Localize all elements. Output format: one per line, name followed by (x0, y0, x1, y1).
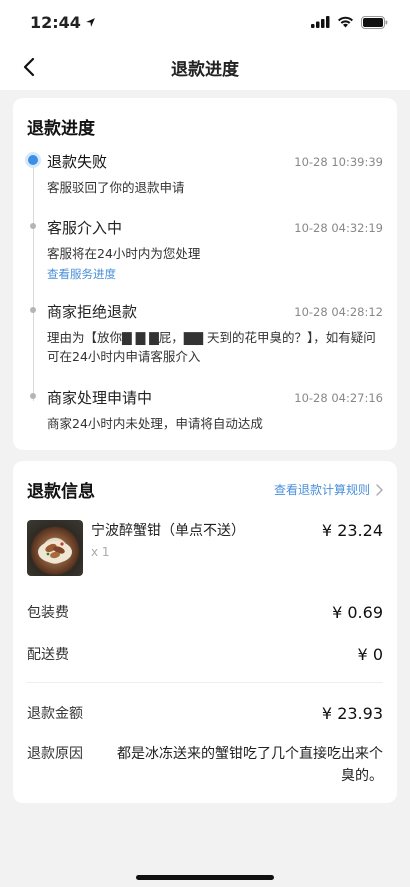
calc-rule-link[interactable]: 查看退款计算规则 (274, 481, 383, 498)
timeline-item-title: 退款失败 (47, 153, 108, 171)
product-thumbnail (27, 520, 83, 576)
timeline-item-time: 10-28 04:27:16 (294, 390, 383, 405)
timeline-dot (30, 223, 36, 229)
delivery-fee-value: ¥ 0 (357, 644, 383, 664)
location-arrow-icon (86, 17, 95, 27)
timeline-item-title: 商家拒绝退款 (47, 303, 138, 321)
status-time: 12:44 (30, 13, 96, 32)
progress-card-title: 退款进度 (27, 119, 95, 139)
timeline-item-service-intervening: 客服介入中 10-28 04:32:19 客服将在24小时内为您处理 查看服务进… (30, 217, 383, 301)
timeline-line (33, 165, 34, 401)
timeline-item-merchant-rejected: 商家拒绝退款 10-28 04:28:12 理由为【放你▇ ▇ ▇屁，▇▇ 天到… (30, 301, 383, 387)
timeline-item-time: 10-28 04:28:12 (294, 304, 383, 319)
timeline-item-desc: 客服驳回了你的退款申请 (47, 180, 185, 195)
refund-reason-row: 退款原因 都是冰冻送来的蟹钳吃了几个直接吃出来个臭的。 (27, 743, 383, 787)
home-indicator (136, 875, 274, 880)
timeline-item-time: 10-28 10:39:39 (294, 154, 383, 169)
nav-bar: 退款进度 (0, 44, 410, 90)
page-title: 退款进度 (171, 59, 239, 80)
wifi-icon (338, 16, 353, 28)
info-card-title: 退款信息 (27, 482, 95, 502)
refund-amount-label: 退款金额 (27, 706, 83, 722)
timeline-item-desc: 理由为【放你▇ ▇ ▇屁，▇▇ 天到的花甲臭的？】，如有疑问可在24小时内申请客… (47, 330, 376, 364)
battery-icon (361, 15, 388, 29)
refund-amount-value: ¥ 23.93 (321, 703, 383, 723)
timeline-dot (30, 393, 36, 399)
timeline-dot (30, 307, 36, 313)
refund-reason-text: 都是冰冻送来的蟹钳吃了几个直接吃出来个臭的。 (117, 746, 383, 784)
packaging-fee-value: ¥ 0.69 (332, 602, 383, 622)
timeline-item-refund-failed: 退款失败 10-28 10:39:39 客服驳回了你的退款申请 (28, 151, 383, 217)
status-icons (311, 15, 388, 29)
timeline-item-desc: 客服将在24小时内为您处理 (47, 246, 201, 261)
refund-info-card: 退款信息 查看退款计算规则 宁波醉蟹钳（单点不送） ¥ 23.24 x 1 包装… (13, 461, 397, 803)
time-text: 12:44 (30, 12, 81, 32)
timeline-item-title: 客服介入中 (47, 219, 123, 237)
packaging-fee-label: 包装费 (27, 605, 69, 621)
refund-reason-label: 退款原因 (27, 746, 83, 762)
chevron-right-icon (376, 483, 383, 496)
timeline-dot-active (28, 155, 38, 165)
refund-timeline: 退款失败 10-28 10:39:39 客服驳回了你的退款申请 客服介入中 10… (27, 151, 383, 441)
view-service-progress-link[interactable]: 查看服务进度 (47, 266, 383, 282)
delivery-fee-label: 配送费 (27, 647, 69, 663)
product-name: 宁波醉蟹钳（单点不送） (91, 523, 245, 539)
delivery-fee-row: 配送费 ¥ 0 (27, 644, 383, 664)
cellular-signal-icon (311, 16, 330, 28)
timeline-item-desc: 商家24小时内未处理，申请将自动达成 (47, 416, 263, 431)
divider (27, 682, 383, 683)
packaging-fee-row: 包装费 ¥ 0.69 (27, 602, 383, 622)
timeline-item-merchant-processing: 商家处理申请中 10-28 04:27:16 商家24小时内未处理，申请将自动达… (30, 387, 383, 441)
product-quantity: x 1 (91, 545, 110, 559)
status-bar: 12:44 (0, 0, 410, 44)
product-item[interactable]: 宁波醉蟹钳（单点不送） ¥ 23.24 x 1 (27, 520, 383, 576)
timeline-item-time: 10-28 04:32:19 (294, 220, 383, 235)
chevron-left-icon (23, 57, 35, 77)
product-price: ¥ 23.24 (321, 520, 383, 540)
calc-rule-label: 查看退款计算规则 (273, 483, 370, 497)
refund-progress-card: 退款进度 退款失败 10-28 10:39:39 客服驳回了你的退款申请 客服介… (13, 98, 397, 450)
back-button[interactable] (14, 52, 44, 82)
refund-amount-row: 退款金额 ¥ 23.93 (27, 703, 383, 723)
timeline-item-title: 商家处理申请中 (47, 389, 153, 407)
